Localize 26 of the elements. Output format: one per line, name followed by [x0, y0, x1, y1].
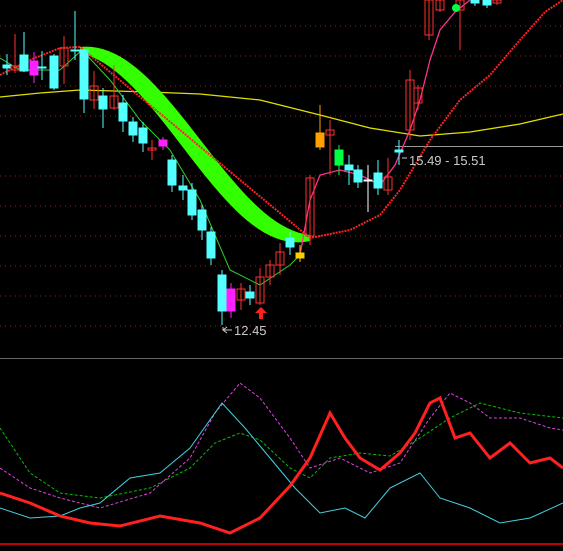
candlestick: [110, 64, 118, 110]
candlestick: [98, 88, 108, 128]
candlestick: [470, 0, 480, 6]
candlestick: [158, 136, 168, 150]
candlestick: [70, 10, 80, 60]
candlestick: [424, 0, 434, 40]
candlestick: [286, 232, 294, 256]
candlestick: [198, 204, 206, 240]
candlestick: [384, 158, 392, 196]
candlestick: [60, 36, 68, 84]
candlestick: [30, 52, 38, 84]
candlestick: [20, 32, 28, 72]
candlestick: [50, 54, 58, 90]
candlestick: [436, 0, 444, 12]
candlestick: [168, 154, 176, 192]
candlestick: [394, 140, 404, 166]
candlestick: [344, 154, 354, 186]
candlestick: [316, 104, 324, 150]
candlestick: [38, 50, 46, 80]
up-arrow-icon: [255, 307, 267, 319]
candlestick: [206, 226, 216, 266]
candlestick: [276, 242, 284, 276]
candlestick: [374, 160, 382, 196]
low-price-label: 12.45: [234, 324, 267, 337]
leader-line: [222, 326, 232, 334]
candlestick: [236, 282, 246, 310]
